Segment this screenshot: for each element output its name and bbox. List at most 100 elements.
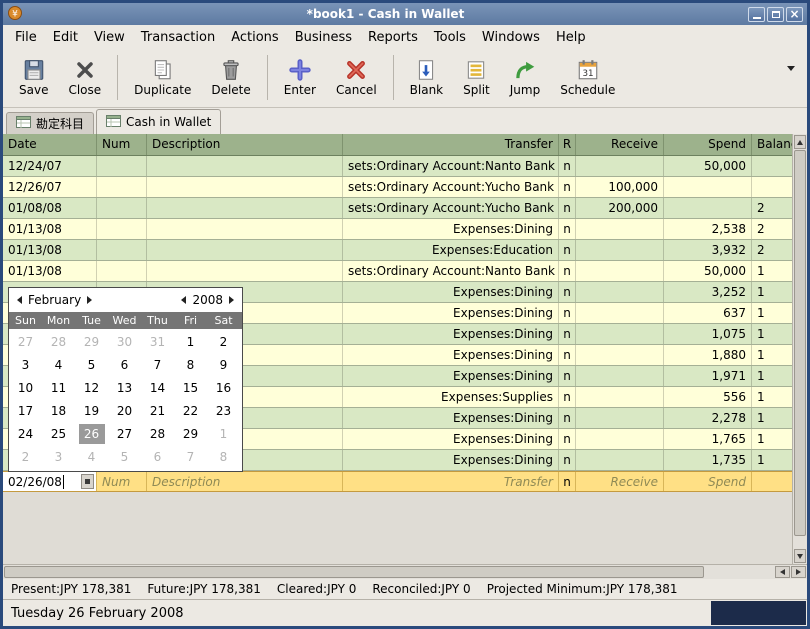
cell-transfer[interactable]: Expenses:Dining [343,282,559,302]
cell-balance[interactable] [752,177,792,197]
calendar-day[interactable]: 2 [211,332,237,352]
cell-balance[interactable]: 2 [752,240,792,260]
calendar-day[interactable]: 29 [178,424,204,444]
scroll-down-button[interactable] [794,549,806,563]
enter-button[interactable]: Enter [274,50,326,105]
calendar-day[interactable]: 6 [112,355,138,375]
calendar-day[interactable]: 24 [13,424,39,444]
calendar-day[interactable]: 25 [46,424,72,444]
transaction-row[interactable]: 12/24/07sets:Ordinary Account:Nanto Bank… [3,156,792,177]
menu-tools[interactable]: Tools [426,27,474,48]
menu-edit[interactable]: Edit [45,27,86,48]
cell-balance[interactable]: 1 [752,345,792,365]
calendar-day[interactable]: 17 [13,401,39,421]
cell-description[interactable] [147,177,343,197]
cell-description[interactable] [147,198,343,218]
cell-r[interactable]: n [559,345,576,365]
scroll-left-button[interactable] [775,566,790,578]
cell-spend[interactable]: 2,538 [664,219,752,239]
calendar-day[interactable]: 19 [79,401,105,421]
cell-num[interactable] [97,261,147,281]
cell-description[interactable] [147,240,343,260]
calendar-day[interactable]: 18 [46,401,72,421]
cell-num[interactable] [97,219,147,239]
calendar-day[interactable]: 30 [112,332,138,352]
calendar-day[interactable]: 3 [13,355,39,375]
cell-transfer[interactable]: Expenses:Dining [343,429,559,449]
cell-transfer[interactable]: Expenses:Dining [343,408,559,428]
blank-button[interactable]: Blank [400,50,453,105]
cell-receive[interactable] [576,450,664,470]
calendar-day[interactable]: 12 [79,378,105,398]
cell-spend[interactable] [664,198,752,218]
calendar-day[interactable]: 21 [145,401,171,421]
cell-r[interactable]: n [559,324,576,344]
horizontal-scrollbar-thumb[interactable] [4,566,704,578]
cell-balance[interactable]: 1 [752,408,792,428]
transaction-row[interactable]: 01/08/08sets:Ordinary Account:Yucho Bank… [3,198,792,219]
cell-receive[interactable] [576,324,664,344]
cell-r[interactable]: n [559,177,576,197]
minimize-button[interactable] [748,7,765,22]
cell-date[interactable]: 01/13/08 [3,261,97,281]
prev-month-arrow[interactable] [17,296,22,304]
split-button[interactable]: Split [453,50,500,105]
menu-help[interactable]: Help [548,27,594,48]
cell-receive[interactable]: 100,000 [576,177,664,197]
cell-balance[interactable]: 1 [752,261,792,281]
cell-num[interactable] [97,177,147,197]
cell-r[interactable]: n [559,261,576,281]
cell-spend[interactable]: 3,252 [664,282,752,302]
cell-r[interactable]: n [559,219,576,239]
tab-cash-in-wallet[interactable]: Cash in Wallet [96,109,221,134]
reconcile-cell[interactable]: n [559,472,576,491]
cell-receive[interactable] [576,387,664,407]
cell-receive[interactable] [576,303,664,323]
cell-spend[interactable]: 1,971 [664,366,752,386]
cell-spend[interactable]: 1,735 [664,450,752,470]
calendar-day[interactable]: 8 [178,355,204,375]
cell-date[interactable]: 01/13/08 [3,240,97,260]
scroll-right-button[interactable] [791,566,806,578]
cell-date[interactable]: 01/13/08 [3,219,97,239]
close-button[interactable]: Close [58,50,111,105]
calendar-day[interactable]: 27 [112,424,138,444]
cell-spend[interactable] [664,177,752,197]
calendar-day[interactable]: 5 [79,355,105,375]
cell-transfer[interactable]: sets:Ordinary Account:Yucho Bank [343,198,559,218]
description-input[interactable]: Description [147,472,343,491]
calendar-day[interactable]: 29 [79,332,105,352]
cell-r[interactable]: n [559,198,576,218]
calendar-day[interactable]: 15 [178,378,204,398]
calendar-day[interactable]: 13 [112,378,138,398]
calendar-day[interactable]: 1 [178,332,204,352]
maximize-button[interactable] [767,7,784,22]
cell-receive[interactable] [576,429,664,449]
column-header-description[interactable]: Description [147,134,343,155]
calendar-day[interactable]: 10 [13,378,39,398]
num-input[interactable]: Num [97,472,147,491]
prev-year-arrow[interactable] [181,296,186,304]
cell-num[interactable] [97,156,147,176]
close-window-button[interactable]: × [786,7,803,22]
cell-receive[interactable] [576,156,664,176]
cell-r[interactable]: n [559,450,576,470]
cell-receive[interactable] [576,219,664,239]
column-header-r[interactable]: R [559,134,576,155]
cell-r[interactable]: n [559,429,576,449]
cell-spend[interactable]: 1,075 [664,324,752,344]
next-year-arrow[interactable] [229,296,234,304]
cell-num[interactable] [97,198,147,218]
cell-spend[interactable]: 3,932 [664,240,752,260]
titlebar[interactable]: ¥ *book1 - Cash in Wallet × [3,3,807,25]
calendar-day[interactable]: 3 [46,447,72,467]
cell-spend[interactable]: 50,000 [664,156,752,176]
vertical-scrollbar[interactable] [792,134,807,564]
menu-windows[interactable]: Windows [474,27,548,48]
transaction-row[interactable]: 01/13/08Expenses:Educationn3,9322 [3,240,792,261]
calendar-day[interactable]: 1 [211,424,237,444]
cell-r[interactable]: n [559,282,576,302]
column-header-receive[interactable]: Receive [576,134,664,155]
cell-receive[interactable] [576,408,664,428]
calendar-day[interactable]: 23 [211,401,237,421]
